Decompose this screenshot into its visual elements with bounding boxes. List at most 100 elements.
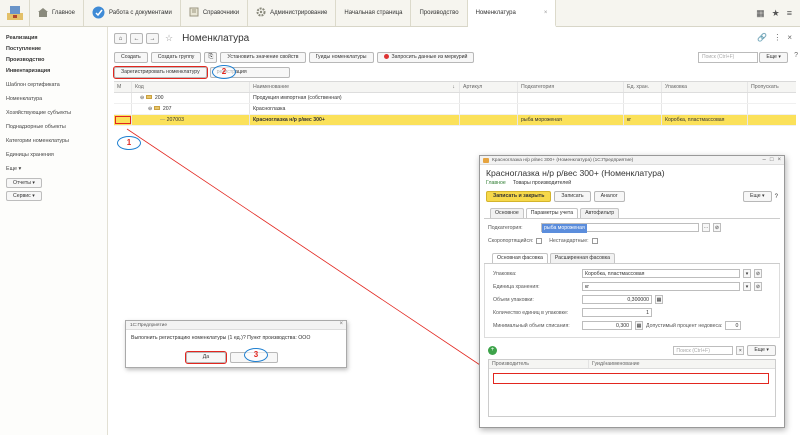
producer-row-highlight[interactable] <box>493 373 769 384</box>
forward-button[interactable]: → <box>146 33 159 44</box>
link-producers[interactable]: Товары производителей <box>513 180 571 186</box>
more-button[interactable]: Еще ▾ <box>747 345 776 356</box>
select-icon[interactable]: ⋯ <box>702 223 710 232</box>
producers-search-input[interactable]: Поиск (Ctrl+F) <box>673 346 734 355</box>
section-home[interactable]: Главное <box>30 0 84 26</box>
close-icon[interactable]: × <box>777 156 781 165</box>
tab-home-page[interactable]: Начальная страница <box>336 0 412 26</box>
reports-button[interactable]: Отчеты ▾ <box>6 178 42 188</box>
open-icon[interactable]: ⊘ <box>713 223 721 232</box>
col-article[interactable]: Артикул <box>460 82 518 92</box>
tab-basic-package[interactable]: Основная фасовка <box>492 253 548 263</box>
help-icon[interactable]: ? <box>775 194 778 200</box>
link-main[interactable]: Главное <box>486 180 506 186</box>
package-field[interactable]: Коробка, пластмассовая <box>582 269 740 278</box>
minimize-icon[interactable]: – <box>763 156 766 165</box>
underweight-field[interactable]: 0 <box>725 321 742 330</box>
link-icon[interactable]: 🔗 <box>757 33 767 42</box>
tab-nomenclature[interactable]: Номенклатура × <box>467 0 557 27</box>
col-code[interactable]: Код <box>132 82 250 92</box>
table-row-selected[interactable]: — 207003 Красноглазка н/р р/вес 300+ рыб… <box>114 115 796 126</box>
sidebar-item-more[interactable]: Еще ▾ <box>6 164 101 175</box>
sidebar-item-certificate-template[interactable]: Шаблон сертификата <box>6 80 101 91</box>
list-toolbar: Создать Создать группу ⎘ Установить знач… <box>114 52 475 63</box>
tab-autofilter[interactable]: Автофильтр <box>580 208 620 218</box>
col-subcategory[interactable]: Подкатегория <box>518 82 624 92</box>
close-icon[interactable]: × <box>339 321 343 327</box>
col-name[interactable]: Наименование ↓ <box>250 82 460 92</box>
calculator-icon[interactable]: ▦ <box>635 321 643 330</box>
service-button[interactable]: Сервис ▾ <box>6 191 42 201</box>
nonstandard-checkbox[interactable] <box>591 237 598 244</box>
maximize-icon[interactable]: □ <box>770 156 774 165</box>
col-unit[interactable]: Ед. хран. <box>624 82 662 92</box>
more-button[interactable]: Еще ▾ <box>759 52 788 63</box>
set-properties-button[interactable]: Установить значение свойств <box>220 52 306 63</box>
sidebar-section-production[interactable]: Производство <box>6 55 101 66</box>
close-icon[interactable]: × <box>544 10 548 16</box>
dropdown-icon[interactable]: ▾ <box>743 282 751 291</box>
min-volume-field[interactable]: 0,300 <box>582 321 632 330</box>
favorite-star-icon[interactable]: ☆ <box>165 33 173 44</box>
col-skip[interactable]: Пропускать <box>748 82 796 92</box>
open-icon[interactable]: ⊘ <box>754 282 762 291</box>
col-package[interactable]: Упаковка <box>662 82 748 92</box>
back-button[interactable]: ← <box>130 33 143 44</box>
sidebar-item-business-entities[interactable]: Хозяйствующие субъекты <box>6 108 101 119</box>
col-producer[interactable]: Производитель <box>489 360 589 368</box>
create-group-button[interactable]: Создать группу <box>150 52 202 63</box>
sidebar-item-nomenclature[interactable]: Номенклатура <box>6 94 101 105</box>
dropdown-icon[interactable]: ▾ <box>743 269 751 278</box>
col-guid[interactable]: Гуид/наименование <box>589 360 769 368</box>
section-admin[interactable]: Администрирование <box>248 0 337 26</box>
form-window-controls: 🔗 ⋮ × <box>757 33 792 42</box>
search-input[interactable]: Поиск (Ctrl+F) <box>698 52 758 63</box>
sidebar-section-sales[interactable]: Реализация <box>6 33 101 44</box>
section-documents[interactable]: Работа с документами <box>84 0 181 26</box>
tab-extended-package[interactable]: Расширенная фасовка <box>549 253 616 263</box>
table-row[interactable]: ⊖ 207 Красноглазка <box>114 104 796 115</box>
expand-icon[interactable]: ⊖ <box>148 106 152 112</box>
tab-main[interactable]: Основное <box>490 208 524 218</box>
help-icon[interactable]: ? <box>794 52 798 59</box>
close-icon[interactable]: × <box>787 33 792 42</box>
menu-icon[interactable]: ≡ <box>787 8 792 18</box>
tab-accounting-params[interactable]: Параметры учета <box>525 208 579 218</box>
section-catalogs[interactable]: Справочники <box>181 0 249 26</box>
kebab-icon[interactable]: ⋮ <box>773 33 781 42</box>
grid-icon[interactable]: ▦ <box>756 8 765 19</box>
mark-cell[interactable] <box>114 115 132 125</box>
tab-production[interactable]: Производство <box>411 0 468 26</box>
underweight-label: Допустимый процент недовеса: <box>646 322 723 329</box>
save-button[interactable]: Записать <box>554 191 591 202</box>
home-button[interactable]: ⌂ <box>114 33 127 44</box>
star-icon[interactable]: ★ <box>772 8 780 19</box>
guids-button[interactable]: Гуиды номенклатуры <box>308 52 374 63</box>
sidebar-item-supervised-objects[interactable]: Поднадзорные объекты <box>6 122 101 133</box>
unit-field[interactable]: кг <box>582 282 740 291</box>
copy-button[interactable]: ⎘ <box>204 52 218 63</box>
subcategory-field[interactable]: рыба мороженая <box>541 223 699 233</box>
volume-field[interactable]: 0,300000 <box>582 295 652 304</box>
more-button[interactable]: Еще ▾ <box>743 191 772 202</box>
open-icon[interactable]: ⊘ <box>754 269 762 278</box>
save-and-close-button[interactable]: Записать и закрыть <box>486 191 552 202</box>
window-controls: ▦ ★ ≡ <box>748 0 800 26</box>
col-m[interactable]: М <box>114 82 132 92</box>
expand-icon[interactable]: ⊖ <box>140 95 144 101</box>
yes-button[interactable]: Да <box>185 351 227 364</box>
add-icon[interactable]: + <box>488 346 497 355</box>
create-button[interactable]: Создать <box>114 52 148 63</box>
register-nomenclature-button[interactable]: Зарегистрировать номенклатуру <box>113 66 208 79</box>
count-field[interactable]: 1 <box>582 308 652 317</box>
request-mercury-button[interactable]: Запросить данные из меркурий <box>376 52 475 63</box>
sidebar-section-receipts[interactable]: Поступление <box>6 44 101 55</box>
table-row[interactable]: ⊖ 200 Продукция импортная (собственная) <box>114 93 796 104</box>
sidebar-item-nomenclature-categories[interactable]: Категории номенклатуры <box>6 136 101 147</box>
calculator-icon[interactable]: ▦ <box>655 295 663 304</box>
analog-button[interactable]: Аналог <box>593 191 625 202</box>
clear-icon[interactable]: × <box>736 346 745 355</box>
perishable-checkbox[interactable] <box>536 237 543 244</box>
sidebar-section-inventory[interactable]: Инвентаризация <box>6 66 101 77</box>
sidebar-item-storage-units[interactable]: Единицы хранения <box>6 150 101 161</box>
